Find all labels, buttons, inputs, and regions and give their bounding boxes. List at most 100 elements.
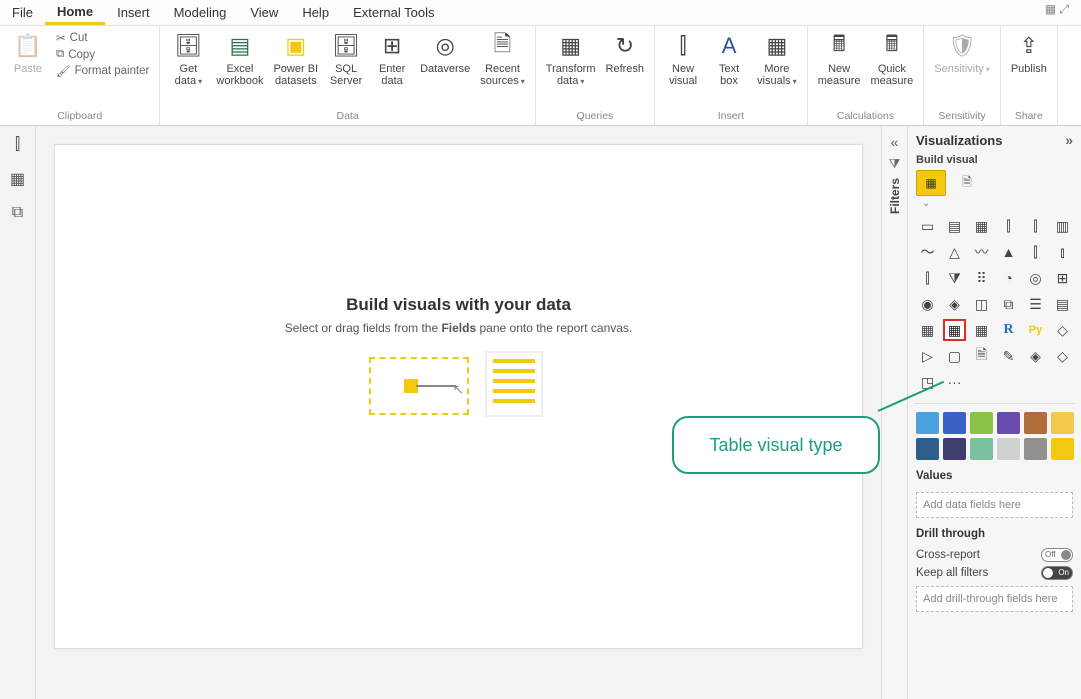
new-visual-button[interactable]: ⫿New visual [661,28,705,89]
format-visual-tab[interactable]: 🗎 [954,170,980,196]
sql-server-button[interactable]: 🗄SQL Server [324,28,368,89]
viz-type-table[interactable]: ▦ [943,319,966,341]
viz-type-cell[interactable]: ▲ [997,241,1020,263]
report-view-button[interactable]: ⫿ [7,134,29,156]
viz-type-cell[interactable]: ✎ [997,345,1020,367]
viz-misc-cell[interactable] [916,438,939,460]
recent-sources-button[interactable]: 🗎Recent sources [476,28,529,90]
group-label: Queries [542,109,648,125]
model-view-button[interactable]: ⧉ [7,202,29,224]
more-visuals-button[interactable]: ▦More visuals [753,28,801,90]
viz-type-cell[interactable]: ▤ [943,215,966,237]
copy-button[interactable]: ⧉Copy [54,47,151,62]
enter-data-button[interactable]: ⊞Enter data [370,28,414,89]
quick-measure-button[interactable]: 🖩Quick measure [866,28,917,89]
cross-report-toggle[interactable] [1041,548,1073,562]
expand-filters-icon[interactable]: « [891,134,899,150]
viz-misc-cell[interactable] [970,412,993,434]
refresh-icon: ↻ [609,30,641,62]
menu-modeling[interactable]: Modeling [162,0,239,25]
refresh-button[interactable]: ↻Refresh [602,28,649,77]
viz-type-cell[interactable]: ◇ [1051,345,1074,367]
viz-type-cell[interactable]: ◎ [1024,267,1047,289]
viz-misc-cell[interactable] [997,438,1020,460]
viz-misc-cell[interactable] [943,412,966,434]
menu-external-tools[interactable]: External Tools [341,0,446,25]
viz-misc-cell[interactable] [916,412,939,434]
dataverse-button[interactable]: ◎Dataverse [416,28,474,77]
viz-type-cell[interactable]: ▭ [916,215,939,237]
report-canvas[interactable]: Build visuals with your data Select or d… [54,144,863,649]
viz-type-cell[interactable]: ▢ [943,345,966,367]
viz-misc-cell[interactable] [1024,438,1047,460]
viz-misc-cell[interactable] [970,438,993,460]
cut-button[interactable]: ✂Cut [54,30,151,46]
sensitivity-button[interactable]: 🛡Sensitivity [930,28,994,78]
paste-button[interactable]: 📋 Paste [6,28,50,77]
viz-type-cell[interactable]: ▥ [1051,215,1074,237]
new-measure-button[interactable]: 🖩New measure [814,28,865,89]
dataverse-icon: ◎ [429,30,461,62]
viz-type-cell[interactable]: ⧉ [997,293,1020,315]
viz-misc-cell[interactable] [1051,438,1074,460]
viz-type-cell[interactable]: ⠿ [970,267,993,289]
viz-type-cell[interactable]: ◈ [1024,345,1047,367]
publish-button[interactable]: ⇪Publish [1007,28,1051,77]
viz-type-cell[interactable]: ▤ [1051,293,1074,315]
viz-type-cell[interactable]: ⫿ [916,267,939,289]
viz-misc-cell[interactable] [943,438,966,460]
chart-icon: ⫿ [667,30,699,62]
pbi-datasets-button[interactable]: ▣Power BI datasets [269,28,322,89]
values-label: Values [916,470,952,482]
report-canvas-wrap: Build visuals with your data Select or d… [36,126,881,699]
excel-workbook-button[interactable]: ▤Excel workbook [212,28,267,89]
viz-misc-cell[interactable] [1024,412,1047,434]
viz-type-cell[interactable]: ⫾ [1051,241,1074,263]
menu-view[interactable]: View [238,0,290,25]
chevron-down-icon: ⌄ [908,198,1081,209]
viz-type-cell[interactable]: ⧩ [943,267,966,289]
viz-type-cell[interactable]: ▦ [916,319,939,341]
view-switcher: ⫿ ▦ ⧉ [0,126,36,699]
viz-more-button[interactable]: ··· [943,371,966,393]
data-view-button[interactable]: ▦ [7,168,29,190]
drillthrough-dropzone[interactable]: Add drill-through fields here [916,586,1073,612]
build-visual-tab[interactable]: ▦ [916,170,946,196]
viz-misc-cell[interactable] [997,412,1020,434]
viz-type-cell[interactable]: 〰 [970,241,993,263]
viz-type-cell[interactable]: ◇ [1051,319,1074,341]
menu-file[interactable]: File [0,0,45,25]
viz-type-cell[interactable]: 〜 [916,241,939,263]
viz-type-cell[interactable]: Py [1024,319,1047,341]
viz-type-cell[interactable]: ▦ [970,319,993,341]
viz-type-cell[interactable]: ◈ [943,293,966,315]
viz-type-cell[interactable]: ⫿ [1024,241,1047,263]
format-painter-button[interactable]: 🖌Format painter [54,63,151,79]
viz-type-cell[interactable]: △ [943,241,966,263]
menu-home[interactable]: Home [45,0,105,25]
gridline-settings-icon[interactable]: ▦ ⤢ [1045,2,1069,17]
viz-type-cell[interactable]: ⫿ [997,215,1020,237]
viz-type-cell[interactable]: ⊞ [1051,267,1074,289]
text-box-button[interactable]: AText box [707,28,751,89]
viz-type-cell[interactable]: ◉ [916,293,939,315]
expand-pane-icon[interactable]: » [1065,132,1073,148]
keep-all-filters-toggle[interactable] [1041,566,1073,580]
values-dropzone[interactable]: Add data fields here [916,492,1073,518]
viz-type-cell[interactable]: 🗎 [970,345,993,367]
viz-type-cell[interactable]: ▷ [916,345,939,367]
get-data-button[interactable]: 🗄Get data [166,28,210,90]
database-icon: 🗄 [172,30,204,62]
viz-type-cell[interactable]: ◫ [970,293,993,315]
scissors-icon: ✂ [56,31,66,45]
viz-type-cell[interactable]: R [997,319,1020,341]
menu-insert[interactable]: Insert [105,0,162,25]
viz-type-cell[interactable]: ◔ [997,267,1020,289]
viz-type-cell[interactable]: ▦ [970,215,993,237]
viz-type-cell[interactable]: ⫿ [1024,215,1047,237]
viz-type-cell[interactable]: ☰ [1024,293,1047,315]
viz-misc-cell[interactable] [1051,412,1074,434]
menu-help[interactable]: Help [290,0,341,25]
filters-pane-collapsed[interactable]: « ⧩ Filters [881,126,907,699]
transform-data-button[interactable]: ▦Transform data [542,28,600,90]
